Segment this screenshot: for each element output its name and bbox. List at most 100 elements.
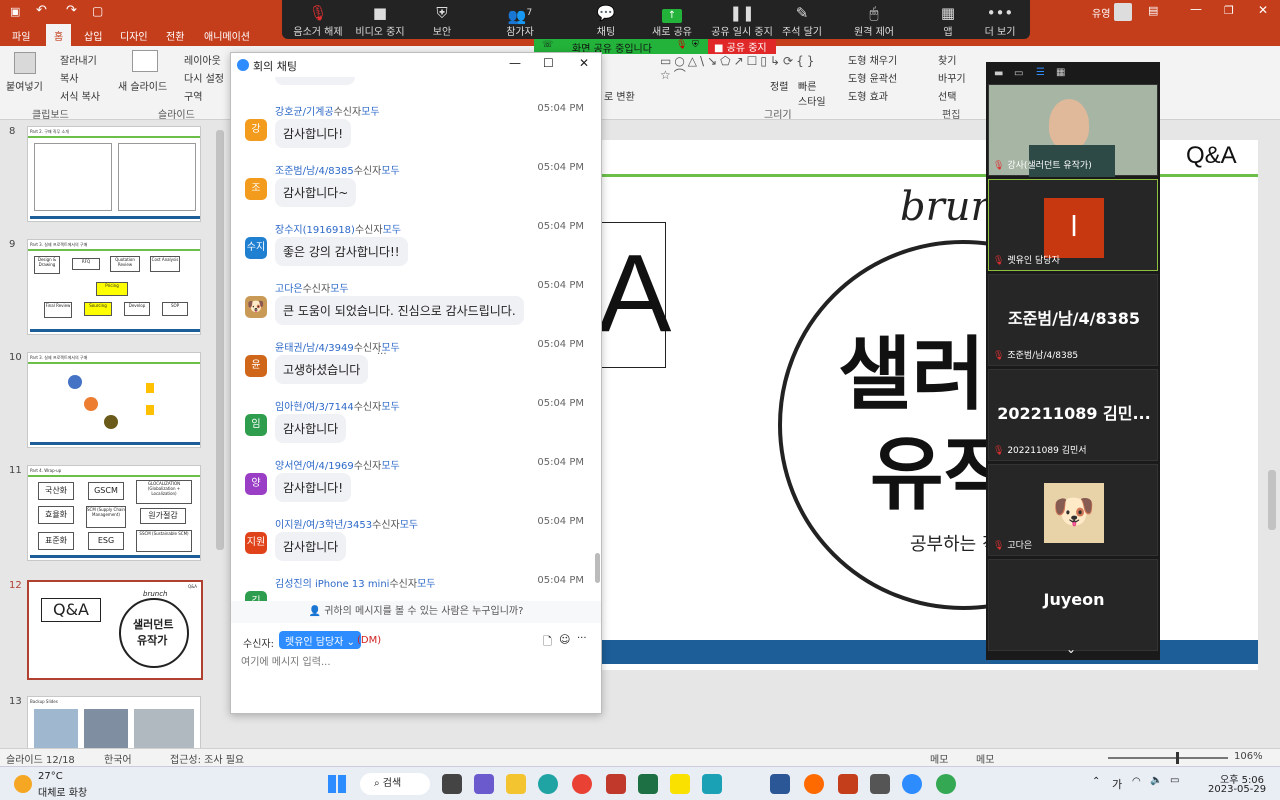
slide-thumbnail-panel[interactable]: 8 Part 2. 구매 직무 소개 9 Part 3. 실제 프로젝트에서의 … bbox=[0, 120, 216, 748]
more-options-icon[interactable]: ··· bbox=[377, 349, 387, 360]
find-button[interactable]: 찾기 bbox=[938, 52, 956, 67]
file-explorer-icon[interactable] bbox=[506, 774, 526, 794]
close-icon[interactable]: ✕ bbox=[1258, 3, 1268, 17]
layout-button[interactable]: 레이아웃 bbox=[184, 52, 221, 67]
zoom-icon[interactable] bbox=[902, 774, 922, 794]
zoom-chat-icon[interactable] bbox=[474, 774, 494, 794]
copy-button[interactable]: 복사 bbox=[60, 70, 78, 85]
clock-date[interactable]: 2023-05-29 bbox=[1208, 784, 1266, 795]
cut-button[interactable]: 잘라내기 bbox=[60, 52, 97, 67]
edge-icon[interactable] bbox=[538, 774, 558, 794]
accessibility-status[interactable]: 접근성: 조사 필요 bbox=[170, 751, 244, 766]
app-icon[interactable] bbox=[804, 774, 824, 794]
zoom-slider[interactable] bbox=[1108, 757, 1228, 759]
powerpoint-icon[interactable] bbox=[838, 774, 858, 794]
sender-name[interactable]: 이지원/여/3학년/3453 bbox=[275, 520, 372, 531]
file-icon[interactable]: 🗋 bbox=[543, 633, 552, 652]
weather-temp[interactable]: 27°C bbox=[38, 771, 63, 782]
restore-icon[interactable]: ❐ bbox=[1224, 4, 1234, 17]
thumbnail-scrollbar[interactable] bbox=[216, 130, 224, 550]
slide-thumbnail-12[interactable]: Q&A Q&A brunch 샐러던트 유작가 bbox=[27, 580, 203, 680]
minimize-icon[interactable]: — bbox=[1190, 2, 1202, 16]
shape-outline-button[interactable]: 도형 윤곽선 bbox=[848, 70, 897, 85]
emoji-icon[interactable]: ☺ bbox=[559, 633, 570, 646]
tab-home[interactable]: 홈 bbox=[46, 24, 72, 46]
recipient-select[interactable]: 렛유인 담당자 ⌄ bbox=[279, 631, 361, 649]
arrange-button[interactable]: 정렬 bbox=[770, 78, 788, 93]
participants-button[interactable]: 👥7 참가자 bbox=[484, 3, 556, 38]
tab-file[interactable]: 파일 bbox=[12, 28, 30, 43]
participant-tile[interactable]: l 🎙 렛유인 담당자 bbox=[988, 179, 1158, 271]
sender-name[interactable]: 김성진의 iPhone 13 mini bbox=[275, 579, 389, 590]
save-icon[interactable]: ▢ bbox=[92, 4, 103, 18]
notes-button-2[interactable]: 메모 bbox=[976, 751, 994, 766]
sender-name[interactable]: 임아현/여/3/7144 bbox=[275, 402, 354, 413]
minimize-icon[interactable]: — bbox=[509, 56, 521, 70]
wifi-icon[interactable]: ◠ bbox=[1132, 776, 1141, 787]
gallery-view-icon[interactable]: ▦ bbox=[1056, 67, 1065, 78]
tab-insert[interactable]: 삽입 bbox=[84, 28, 102, 43]
new-slide-button[interactable]: 새 슬라이드 bbox=[118, 78, 167, 93]
chat-message-list[interactable]: 강 강호균/기계공수신자모두 05:04 PM 감사합니다! 조 조준범/남/4… bbox=[231, 77, 597, 601]
convert-button[interactable]: 로 변환 bbox=[604, 88, 635, 103]
word-icon[interactable] bbox=[770, 774, 790, 794]
meeting-chat-window[interactable]: 회의 채팅 — ☐ ✕ 강 강호균/기계공수신자모두 05:04 PM 감사합니… bbox=[230, 52, 602, 714]
shape-fill-button[interactable]: 도형 채우기 bbox=[848, 52, 897, 67]
view-switch-icon[interactable]: ▬ bbox=[994, 68, 1003, 79]
slide-thumbnail-11[interactable]: Part 4. Wrap-up 국산화 GSCM GLOCALIZATION (… bbox=[27, 465, 201, 561]
weather-icon[interactable] bbox=[14, 775, 32, 793]
stop-share-button[interactable]: ■ 공유 중지 bbox=[708, 39, 776, 54]
new-share-button[interactable]: ↑ 새로 공유 bbox=[636, 3, 708, 38]
chat-message-input[interactable] bbox=[241, 653, 591, 671]
avatar[interactable] bbox=[1114, 3, 1132, 21]
task-view-icon[interactable] bbox=[442, 774, 462, 794]
participant-tile[interactable]: 202211089 김민... 🎙 202211089 김민서 bbox=[988, 369, 1158, 461]
annotate-button[interactable]: ✎ 주석 달기 bbox=[766, 3, 838, 38]
slide-vertical-scrollbar[interactable] bbox=[1268, 470, 1276, 530]
paste-icon[interactable] bbox=[14, 52, 36, 74]
slide-thumbnail-9[interactable]: Part 3. 실제 프로젝트에서의 구매 Design & Drawing R… bbox=[27, 239, 201, 335]
sender-name[interactable]: 윤태권/남/4/3949 bbox=[275, 343, 354, 354]
start-icon[interactable] bbox=[328, 775, 346, 793]
participant-tile[interactable]: 🎙 강사(샐러던트 유작가) bbox=[988, 84, 1158, 177]
shape-effects-button[interactable]: 도형 효과 bbox=[848, 88, 888, 103]
participant-tile[interactable]: 조준범/남/4/8385 🎙 조준범/남/4/8385 bbox=[988, 274, 1158, 366]
weather-desc[interactable]: 대체로 화창 bbox=[38, 784, 87, 799]
recipient-target[interactable]: 모두 bbox=[383, 225, 401, 236]
tab-animations[interactable]: 애니메이션 bbox=[204, 28, 250, 43]
language-indicator[interactable]: 한국어 bbox=[104, 751, 132, 766]
view-switch-icon[interactable]: ☰ bbox=[1036, 67, 1045, 78]
excel-icon[interactable] bbox=[638, 774, 658, 794]
recipient-target[interactable]: 모두 bbox=[330, 284, 348, 295]
participant-tile[interactable]: Juyeon bbox=[988, 559, 1158, 651]
recipient-target[interactable]: 모두 bbox=[381, 402, 399, 413]
app-icon[interactable] bbox=[702, 774, 722, 794]
select-button[interactable]: 선택 bbox=[938, 88, 956, 103]
participant-gallery[interactable]: ▬ ▭ ☰ ▦ 🎙 강사(샐러던트 유작가) l 🎙 렛유인 담당자 조준범/남… bbox=[986, 62, 1160, 660]
security-button[interactable]: ⛨ 보안 bbox=[406, 3, 478, 38]
slide-thumbnail-10[interactable]: Part 3. 실제 프로젝트에서의 구매 bbox=[27, 352, 201, 448]
quick-styles-button[interactable]: 빠른 스타일 bbox=[798, 78, 828, 108]
zoom-level[interactable]: 106% bbox=[1234, 751, 1263, 762]
format-painter-button[interactable]: 서식 복사 bbox=[60, 88, 100, 103]
notes-button[interactable]: 메모 bbox=[930, 751, 948, 766]
close-icon[interactable]: ✕ bbox=[579, 56, 589, 70]
zoom-slider-thumb[interactable] bbox=[1176, 752, 1179, 764]
recipient-target[interactable]: 모두 bbox=[417, 579, 435, 590]
recipient-target[interactable]: 모두 bbox=[361, 107, 379, 118]
sender-name[interactable]: 양서연/여/4/1969 bbox=[275, 461, 354, 472]
search-box[interactable]: ⌕ 검색 bbox=[360, 773, 430, 795]
chat-button[interactable]: 💬 채팅 bbox=[570, 3, 642, 38]
kakaotalk-icon[interactable] bbox=[670, 774, 690, 794]
paste-button[interactable]: 붙여넣기 bbox=[6, 78, 43, 93]
slide-thumbnail-8[interactable]: Part 2. 구매 직무 소개 bbox=[27, 126, 201, 222]
who-can-see-bar[interactable]: 👤 귀하의 메시지를 볼 수 있는 사람은 누구입니까? bbox=[231, 601, 601, 623]
autosave-icon[interactable]: ▣ bbox=[10, 5, 20, 18]
sender-name[interactable]: 강호균/기계공 bbox=[275, 107, 334, 118]
chat-scrollbar[interactable] bbox=[595, 553, 600, 583]
sender-name[interactable]: 조준범/남/4/8385 bbox=[275, 166, 354, 177]
tray-chevron-icon[interactable]: ⌃ bbox=[1092, 776, 1100, 787]
new-slide-icon[interactable] bbox=[132, 50, 158, 72]
more-button[interactable]: ••• 더 보기 bbox=[964, 3, 1036, 38]
maximize-icon[interactable]: ☐ bbox=[543, 56, 554, 70]
